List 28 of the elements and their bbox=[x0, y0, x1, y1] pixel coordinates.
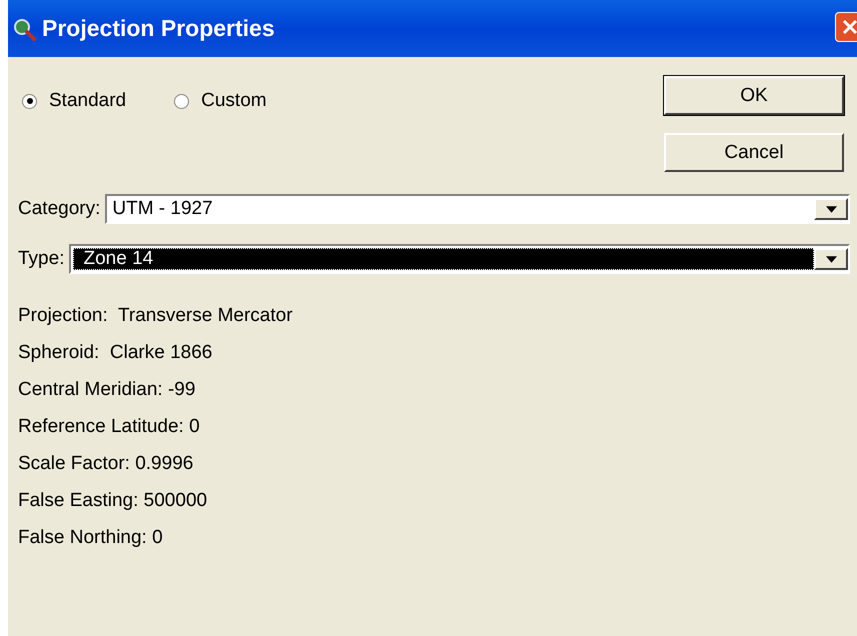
dropdown-arrow-button[interactable] bbox=[814, 248, 848, 270]
radio-label: Custom bbox=[201, 90, 267, 112]
dropdown-value: Zone 14 bbox=[73, 248, 814, 270]
property-text: Central Meridian: -99 bbox=[18, 379, 196, 401]
property-text: Spheroid: Clarke 1866 bbox=[18, 342, 214, 364]
dropdown-value: UTM - 1927 bbox=[111, 198, 214, 220]
property-text: False Easting: 500000 bbox=[18, 490, 208, 512]
radio-option[interactable]: Standard bbox=[22, 86, 126, 116]
property-text: Reference Latitude: 0 bbox=[18, 416, 201, 438]
dialog-button[interactable]: Cancel bbox=[664, 133, 844, 172]
caret-icon bbox=[826, 256, 836, 262]
property-text: Projection: Transverse Mercator bbox=[18, 305, 294, 327]
dialog-button[interactable]: OK bbox=[664, 76, 844, 115]
field-label: Category: bbox=[18, 198, 100, 220]
property-text: Scale Factor: 0.9996 bbox=[18, 453, 194, 475]
close-button[interactable] bbox=[835, 12, 857, 42]
radio-button[interactable] bbox=[174, 94, 190, 108]
dropdown-arrow-button[interactable] bbox=[814, 198, 848, 220]
field-label: Type: bbox=[18, 248, 64, 270]
dropdown-field[interactable]: UTM - 1927 bbox=[105, 194, 850, 224]
radio-option[interactable]: Custom bbox=[174, 86, 267, 116]
caret-icon bbox=[826, 206, 836, 212]
radio-label: Standard bbox=[49, 90, 126, 112]
magnifier-globe-icon bbox=[12, 16, 36, 40]
radio-button[interactable] bbox=[22, 94, 37, 108]
property-text: False Northing: 0 bbox=[18, 527, 164, 549]
window-title: Projection Properties bbox=[42, 15, 276, 42]
dropdown-field[interactable]: Zone 14 bbox=[69, 244, 850, 274]
